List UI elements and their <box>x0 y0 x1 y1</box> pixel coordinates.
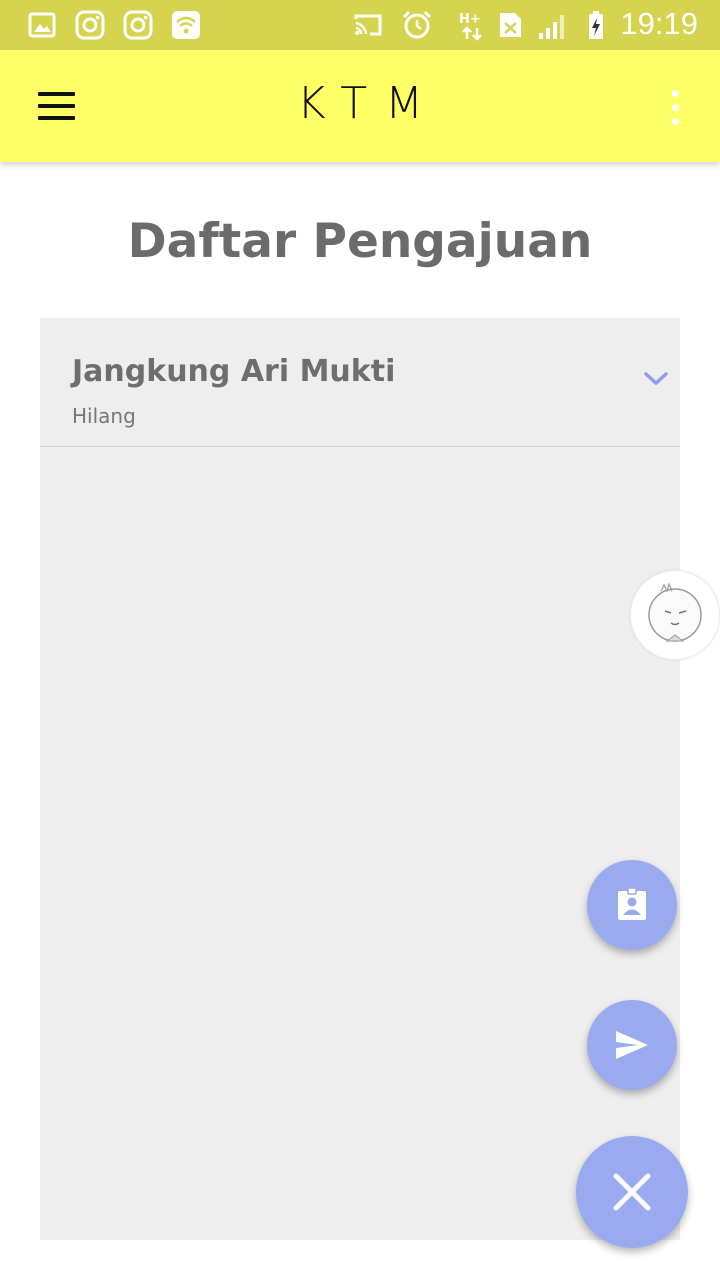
id-card-fab-button[interactable] <box>587 860 677 950</box>
floating-sticker-bubble[interactable] <box>630 570 720 660</box>
alarm-icon <box>402 10 432 39</box>
app-logo: KTM <box>296 78 442 129</box>
instagram-icon <box>123 10 153 40</box>
app-bar: KTM <box>0 50 720 162</box>
send-fab-button[interactable] <box>587 1000 677 1090</box>
instagram-icon <box>75 10 105 40</box>
status-bar: H+ 19:19 <box>0 0 720 50</box>
battery-charging-icon <box>589 11 603 39</box>
status-time: 19:19 <box>620 6 698 41</box>
page-title: Daftar Pengajuan <box>127 214 593 269</box>
cartoon-face-icon <box>648 582 702 642</box>
list-item-name: Jangkung Ari Mukti <box>72 354 396 389</box>
signal-icon <box>539 15 564 39</box>
send-icon <box>616 1031 648 1059</box>
network-hplus-icon: H+ <box>459 12 482 41</box>
sim-icon <box>500 13 521 37</box>
close-icon <box>613 1173 651 1211</box>
cast-icon <box>354 14 382 36</box>
gallery-icon <box>28 12 56 38</box>
list-item-status: Hilang <box>72 404 136 428</box>
wifi-icon <box>172 11 200 39</box>
svg-text:H+: H+ <box>459 12 481 27</box>
list-item[interactable]: Jangkung Ari Mukti Hilang <box>40 318 680 447</box>
submission-list: Jangkung Ari Mukti Hilang <box>40 318 680 1240</box>
close-fab-button[interactable] <box>576 1136 688 1248</box>
more-vert-icon[interactable] <box>660 88 690 128</box>
assignment-ind-icon <box>618 887 646 920</box>
chevron-down-icon[interactable] <box>642 368 670 390</box>
